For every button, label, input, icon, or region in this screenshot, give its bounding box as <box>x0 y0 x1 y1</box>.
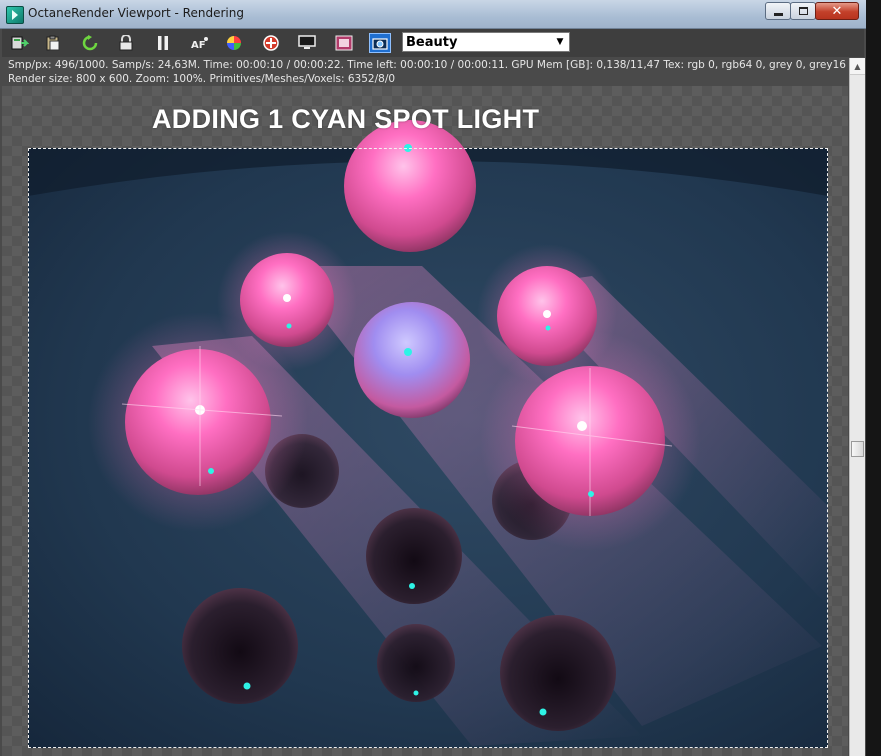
svg-text:AF: AF <box>191 40 206 51</box>
film-button[interactable] <box>333 33 355 53</box>
clipboard-button[interactable] <box>42 33 64 53</box>
color-picker-icon <box>227 36 241 50</box>
monitor-button[interactable] <box>296 33 318 53</box>
clipboard-icon <box>46 35 60 51</box>
render-stats-line-1: Smp/px: 496/1000. Samp/s: 24,63M. Time: … <box>8 59 858 71</box>
minimize-icon <box>773 12 783 16</box>
minimize-button[interactable] <box>765 2 791 20</box>
camera-icon <box>372 38 388 50</box>
chevron-down-icon: ▼ <box>556 37 564 47</box>
maximize-button[interactable] <box>790 2 816 20</box>
rendered-image <box>28 120 828 748</box>
scroll-up-arrow-icon[interactable]: ▲ <box>850 58 865 75</box>
render-statistics: Smp/px: 496/1000. Samp/s: 24,63M. Time: … <box>8 58 858 86</box>
octane-app-icon <box>6 6 24 24</box>
color-picker-button[interactable] <box>223 33 245 53</box>
pause-button[interactable] <box>152 33 174 53</box>
send-scene-button[interactable] <box>9 33 31 53</box>
maximize-icon <box>798 7 808 15</box>
pause-icon <box>158 36 168 50</box>
render-viewport[interactable] <box>2 86 848 756</box>
camera-button[interactable] <box>369 33 391 53</box>
monitor-icon <box>298 35 316 49</box>
region-render-icon <box>263 35 279 51</box>
render-stats-line-2: Render size: 800 x 600. Zoom: 100%. Prim… <box>8 73 396 85</box>
background-strip <box>866 0 881 756</box>
region-render-button[interactable] <box>260 33 282 53</box>
octane-viewport-window: OctaneRender Viewport - Rendering ✕ AF B… <box>0 0 867 756</box>
overlay-caption: ADDING 1 CYAN SPOT LIGHT <box>152 104 540 134</box>
title-bar[interactable]: OctaneRender Viewport - Rendering ✕ <box>0 0 866 29</box>
render-pass-value: Beauty <box>406 35 458 50</box>
film-icon <box>335 35 353 51</box>
vertical-scrollbar[interactable]: ▲ <box>849 58 865 756</box>
window-title: OctaneRender Viewport - Rendering <box>28 6 244 20</box>
autofocus-button[interactable]: AF <box>188 33 210 53</box>
autofocus-icon: AF <box>191 37 208 51</box>
lock-icon <box>119 35 133 51</box>
close-icon: ✕ <box>831 3 843 19</box>
close-button[interactable]: ✕ <box>815 2 859 20</box>
restart-render-button[interactable] <box>79 33 101 53</box>
restart-render-icon <box>82 35 98 51</box>
send-scene-icon <box>11 36 29 50</box>
lock-button[interactable] <box>115 33 137 53</box>
scrollbar-thumb[interactable] <box>851 441 864 457</box>
render-pass-select[interactable]: Beauty ▼ <box>402 32 570 52</box>
